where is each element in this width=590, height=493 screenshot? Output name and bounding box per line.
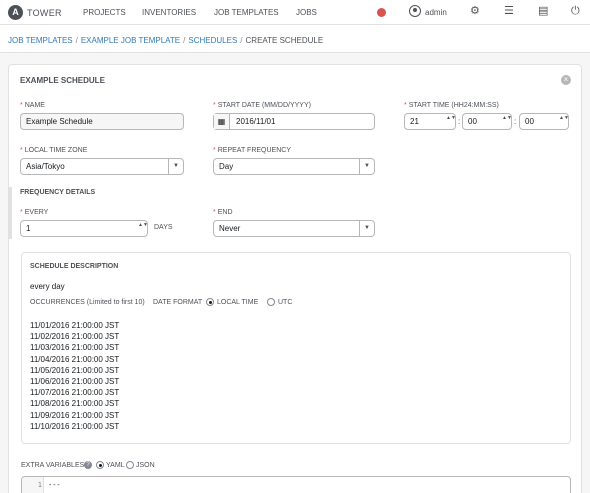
yaml-radio[interactable] [96, 461, 104, 469]
timezone-label: * LOCAL TIME ZONE [20, 147, 88, 154]
nav-job-templates[interactable]: JOB TEMPLATES [214, 8, 279, 17]
logout-icon[interactable]: ⏻ [571, 6, 580, 17]
chevron-down-icon[interactable]: ▼ [359, 159, 374, 174]
tower-logo[interactable]: A [8, 5, 23, 20]
local-time-radio[interactable] [206, 298, 214, 306]
start-minute-value: 00 [468, 117, 477, 126]
occurrence-item: 11/05/2016 21:00:00 JST [30, 365, 120, 375]
schedule-description-text: every day [30, 282, 65, 291]
breadcrumb-current: CREATE SCHEDULE [245, 36, 324, 45]
breadcrumb-separator: / [183, 36, 186, 45]
close-icon[interactable]: × [561, 75, 571, 85]
name-input[interactable]: Example Schedule [20, 113, 184, 130]
timezone-value: Asia/Tokyo [26, 162, 65, 171]
occurrence-item: 11/04/2016 21:00:00 JST [30, 354, 120, 364]
start-minute-input[interactable]: 00 ▲▼ [462, 113, 512, 130]
start-second-value: 00 [525, 117, 534, 126]
local-time-label[interactable]: LOCAL TIME [217, 299, 258, 306]
documentation-icon[interactable]: ▤ [538, 6, 548, 17]
chevron-down-icon[interactable]: ▼ [359, 221, 374, 236]
start-hour-input[interactable]: 21 ▲▼ [404, 113, 456, 130]
editor-gutter: 1 [22, 477, 44, 493]
start-second-input[interactable]: 00 ▲▼ [519, 113, 569, 130]
code-line[interactable]: --- [48, 481, 61, 489]
current-user-name[interactable]: admin [425, 8, 447, 17]
form-title: EXAMPLE SCHEDULE [20, 76, 105, 85]
brand-name[interactable]: TOWER [27, 8, 62, 18]
chevron-down-icon[interactable]: ▼ [168, 159, 183, 174]
every-input[interactable]: 1 ▲▼ [20, 220, 148, 237]
nav-inventories[interactable]: INVENTORIES [142, 8, 196, 17]
every-unit: DAYS [154, 224, 173, 231]
settings-icon[interactable]: ⚙ [470, 6, 480, 17]
occurrence-item: 11/03/2016 21:00:00 JST [30, 343, 120, 353]
activity-stream-icon[interactable]: ☰ [504, 6, 514, 17]
yaml-label[interactable]: YAML [106, 462, 125, 469]
occurrence-item: 11/06/2016 21:00:00 JST [30, 377, 120, 387]
extra-variables-editor[interactable]: 1 --- [21, 476, 571, 493]
every-spinner-icon[interactable]: ▲▼ [138, 222, 148, 235]
end-value: Never [219, 224, 241, 233]
json-label[interactable]: JSON [136, 462, 155, 469]
occurrence-item: 11/09/2016 21:00:00 JST [30, 410, 120, 420]
start-hour-value: 21 [410, 117, 419, 126]
repeat-frequency-select[interactable]: Day ▼ [213, 158, 375, 175]
second-spinner-icon[interactable]: ▲▼ [559, 115, 569, 128]
occurrence-list: 11/01/2016 21:00:00 JST 11/02/2016 21:00… [30, 320, 119, 432]
frequency-details-bar [9, 187, 12, 239]
occurrences-label: OCCURRENCES (Limited to first 10) [30, 299, 145, 306]
repeat-frequency-value: Day [219, 162, 234, 171]
breadcrumb: JOB TEMPLATES / EXAMPLE JOB TEMPLATE / SCHED… [8, 36, 323, 45]
every-value: 1 [26, 224, 31, 233]
occurrence-item: 11/02/2016 21:00:00 JST [30, 332, 120, 342]
top-navbar: A TOWER PROJECTS INVENTORIES JOB TEMPLAT… [0, 0, 590, 25]
time-separator: : [458, 117, 461, 126]
breadcrumb-schedules[interactable]: SCHEDULES [188, 36, 237, 45]
occurrence-item: 11/10/2016 21:00:00 JST [30, 421, 120, 431]
breadcrumb-bar: JOB TEMPLATES / EXAMPLE JOB TEMPLATE / SCHED… [0, 25, 590, 53]
schedule-description-panel: SCHEDULE DESCRIPTION every day OCCURRENC… [21, 252, 571, 444]
end-label: * END [213, 209, 233, 216]
schedule-description-title: SCHEDULE DESCRIPTION [30, 263, 119, 270]
nav-projects[interactable]: PROJECTS [83, 8, 126, 17]
schedule-form-card: EXAMPLE SCHEDULE × * NAME Example Schedul… [8, 64, 582, 493]
occurrence-item: 11/08/2016 21:00:00 JST [30, 399, 120, 409]
start-date-value: 2016/11/01 [236, 117, 276, 126]
occurrence-item: 11/07/2016 21:00:00 JST [30, 388, 120, 398]
breadcrumb-separator: / [240, 36, 243, 45]
line-number: 1 [37, 481, 42, 489]
time-separator: : [514, 117, 517, 126]
start-date-input[interactable]: ▦ 2016/11/01 [213, 113, 375, 130]
start-time-label: * START TIME (HH24:MM:SS) [404, 102, 499, 109]
hour-spinner-icon[interactable]: ▲▼ [446, 115, 456, 128]
json-radio[interactable] [126, 461, 134, 469]
frequency-details-title: FREQUENCY DETAILS [20, 189, 96, 196]
minute-spinner-icon[interactable]: ▲▼ [502, 115, 512, 128]
breadcrumb-example-job-template[interactable]: EXAMPLE JOB TEMPLATE [81, 36, 180, 45]
utc-radio[interactable] [267, 298, 275, 306]
activity-status-icon[interactable] [377, 8, 386, 17]
utc-label[interactable]: UTC [278, 299, 292, 306]
every-label: * EVERY [20, 209, 49, 216]
user-icon[interactable] [409, 5, 421, 17]
timezone-select[interactable]: Asia/Tokyo ▼ [20, 158, 184, 175]
repeat-frequency-label: * REPEAT FREQUENCY [213, 147, 291, 154]
name-label: * NAME [20, 102, 45, 109]
nav-jobs[interactable]: JOBS [296, 8, 317, 17]
occurrence-item: 11/01/2016 21:00:00 JST [30, 321, 120, 330]
help-icon[interactable]: ? [84, 461, 92, 469]
breadcrumb-job-templates[interactable]: JOB TEMPLATES [8, 36, 73, 45]
calendar-icon[interactable]: ▦ [214, 114, 230, 129]
date-format-label: DATE FORMAT [153, 299, 203, 306]
start-date-label: * START DATE (MM/DD/YYYY) [213, 102, 311, 109]
extra-variables-label: EXTRA VARIABLES [21, 462, 85, 469]
breadcrumb-separator: / [75, 36, 78, 45]
end-select[interactable]: Never ▼ [213, 220, 375, 237]
